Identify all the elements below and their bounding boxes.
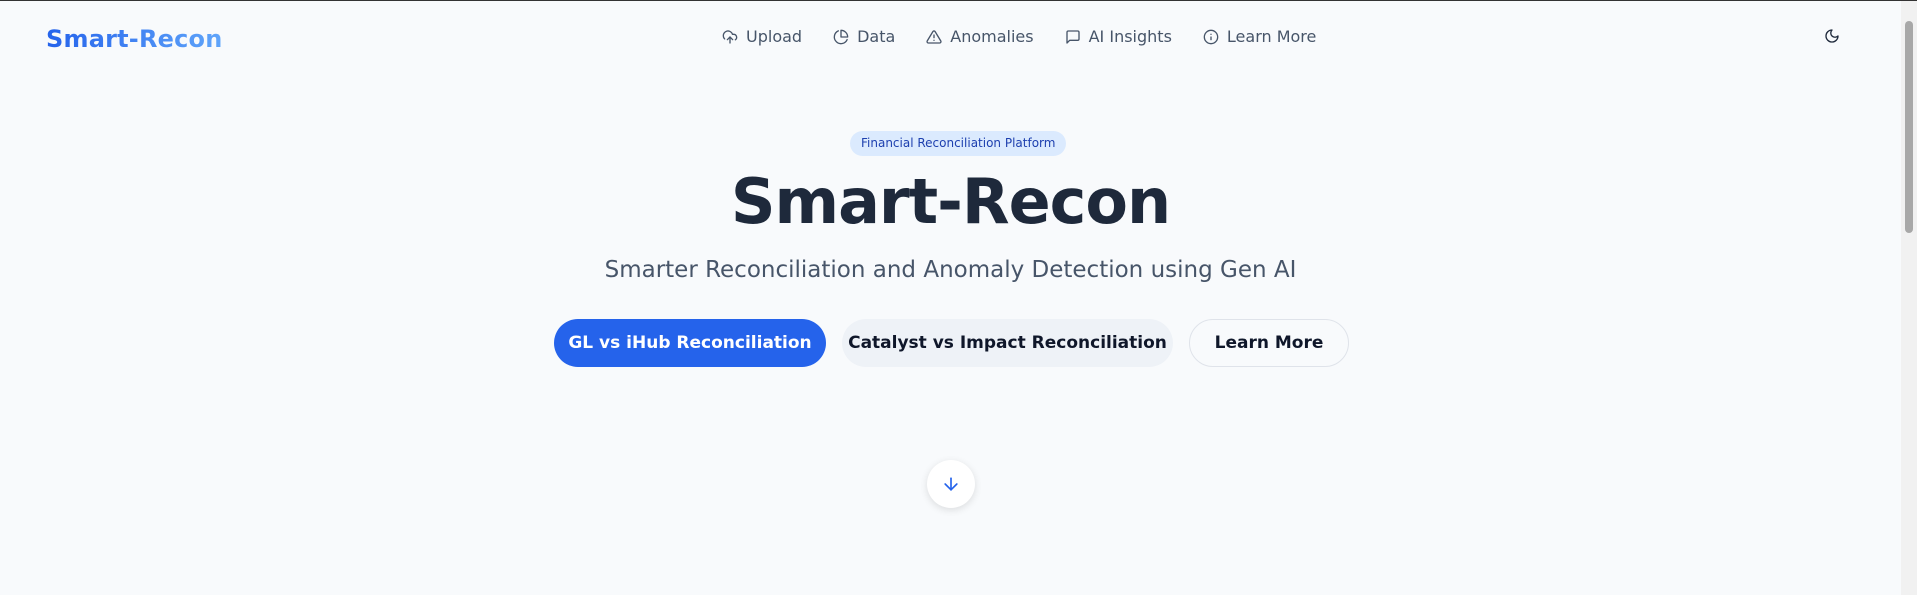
gl-vs-ihub-button[interactable]: GL vs iHub Reconciliation bbox=[554, 319, 826, 367]
alert-triangle-icon bbox=[926, 29, 942, 44]
navbar: Smart-Recon Upload Data Anomalies AI Ins… bbox=[0, 1, 1900, 75]
nav-anomalies[interactable]: Anomalies bbox=[926, 27, 1034, 46]
arrow-down-icon bbox=[944, 477, 958, 491]
logo[interactable]: Smart-Recon bbox=[46, 25, 223, 53]
scrollbar-thumb[interactable] bbox=[1905, 21, 1913, 233]
nav-data-label: Data bbox=[857, 27, 896, 46]
nav-learn-more[interactable]: Learn More bbox=[1203, 27, 1316, 46]
moon-icon bbox=[1825, 29, 1839, 43]
learn-more-button[interactable]: Learn More bbox=[1189, 319, 1349, 367]
nav-ai-insights[interactable]: AI Insights bbox=[1065, 27, 1172, 46]
hero-buttons: GL vs iHub Reconciliation Catalyst vs Im… bbox=[554, 319, 1349, 367]
scroll-down-button[interactable] bbox=[927, 460, 975, 508]
message-square-icon bbox=[1065, 29, 1080, 44]
nav-upload[interactable]: Upload bbox=[722, 27, 802, 46]
theme-toggle-button[interactable] bbox=[1824, 28, 1846, 50]
nav-data[interactable]: Data bbox=[833, 27, 895, 46]
nav-upload-label: Upload bbox=[746, 27, 803, 46]
hero-subtitle: Smarter Reconciliation and Anomaly Detec… bbox=[604, 257, 1297, 283]
info-icon bbox=[1203, 29, 1219, 44]
nav-links: Upload Data Anomalies AI Insights Learn … bbox=[722, 27, 1347, 46]
nav-ai-insights-label: AI Insights bbox=[1088, 27, 1172, 46]
nav-anomalies-label: Anomalies bbox=[950, 27, 1034, 46]
page: Smart-Recon Upload Data Anomalies AI Ins… bbox=[0, 0, 1917, 595]
catalyst-vs-impact-button[interactable]: Catalyst vs Impact Reconciliation bbox=[842, 319, 1173, 367]
nav-learn-more-label: Learn More bbox=[1226, 27, 1317, 46]
platform-badge: Financial Reconciliation Platform bbox=[850, 131, 1067, 156]
pie-chart-icon bbox=[833, 29, 849, 44]
upload-cloud-icon bbox=[722, 29, 738, 44]
scrollbar[interactable] bbox=[1901, 1, 1917, 595]
hero-title: Smart-Recon bbox=[730, 165, 1171, 238]
